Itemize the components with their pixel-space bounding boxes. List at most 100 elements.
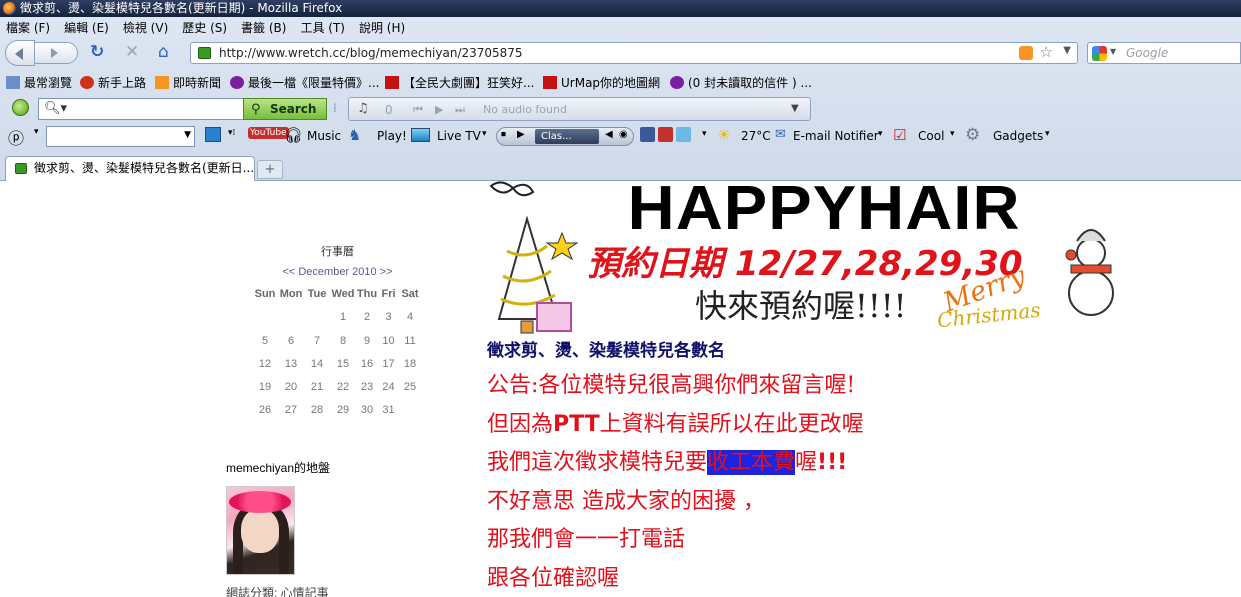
- menu-edit[interactable]: 編輯 (E): [64, 19, 109, 36]
- calendar-day[interactable]: 24: [378, 376, 399, 399]
- search-icon: 🔍︎▾: [44, 101, 68, 116]
- tab-active[interactable]: 徵求剪、燙、染髮模特兒各數名(更新日...: [5, 156, 255, 181]
- bookmark-yahoo-mail[interactable]: (0 封未讀取的信件 ) ...: [670, 74, 812, 91]
- menu-bookmarks[interactable]: 書籤 (B): [241, 19, 286, 36]
- social-icon[interactable]: [676, 127, 691, 142]
- calendar-day[interactable]: 21: [304, 376, 330, 399]
- calendar-day[interactable]: 30: [356, 399, 378, 422]
- google-icon[interactable]: [1092, 46, 1107, 61]
- calendar-day[interactable]: 20: [278, 376, 304, 399]
- web-search-box[interactable]: ▼ Google: [1087, 42, 1241, 64]
- livetv-button[interactable]: Live TV: [437, 129, 481, 143]
- menu-history[interactable]: 歷史 (S): [182, 19, 227, 36]
- new-tab-button[interactable]: +: [257, 160, 283, 179]
- calendar-day[interactable]: 27: [278, 399, 304, 422]
- calendar-day[interactable]: 28: [304, 399, 330, 422]
- calendar-day[interactable]: 4: [399, 306, 421, 329]
- calendar-day[interactable]: 6: [278, 330, 304, 353]
- spiral-dropdown-icon[interactable]: ▾: [34, 127, 39, 137]
- menu-view[interactable]: 檢視 (V): [123, 19, 168, 36]
- rss-feed-icon[interactable]: [1019, 46, 1033, 60]
- calendar-day[interactable]: 13: [278, 353, 304, 376]
- calendar-day[interactable]: 25: [399, 376, 421, 399]
- media-preset[interactable]: Clas...: [535, 129, 599, 144]
- calendar-day[interactable]: 23: [356, 376, 378, 399]
- menu-file[interactable]: 檔案 (F): [6, 19, 50, 36]
- calendar-day[interactable]: 9: [356, 330, 378, 353]
- bookmark-most-visited[interactable]: 最常瀏覽: [6, 74, 72, 91]
- weather-temp[interactable]: 27°C: [741, 129, 771, 143]
- calendar-day[interactable]: 22: [330, 376, 356, 399]
- toolbar-search-button[interactable]: ⚲ Search: [243, 98, 327, 120]
- media-icon[interactable]: [205, 127, 221, 142]
- media-play-icon[interactable]: ▶: [517, 129, 525, 140]
- post-title[interactable]: 徵求剪、燙、染髮模特兒各數名: [487, 336, 725, 361]
- calendar-day[interactable]: 11: [399, 330, 421, 353]
- forward-button[interactable]: [34, 42, 78, 64]
- media-dropdown-icon[interactable]: ▾⁞: [228, 128, 235, 138]
- home-icon[interactable]: ⌂: [158, 42, 169, 62]
- facebook-icon[interactable]: [640, 127, 655, 142]
- music-note-icon: ♫: [357, 101, 369, 116]
- music-button[interactable]: Music: [307, 129, 341, 143]
- email-notifier-button[interactable]: E-mail Notifier: [793, 129, 879, 143]
- calendar-day[interactable]: 8: [330, 330, 356, 353]
- calendar-day[interactable]: 12: [252, 353, 278, 376]
- calendar-day[interactable]: 29: [330, 399, 356, 422]
- calendar-day[interactable]: 10: [378, 330, 399, 353]
- spiral-icon[interactable]: ⓟ: [8, 125, 24, 149]
- calendar-day[interactable]: 7: [304, 330, 330, 353]
- email-dropdown-icon[interactable]: ▾: [878, 129, 883, 139]
- audio-play-icon[interactable]: ▶: [435, 103, 443, 116]
- calendar-weekday: Thu: [356, 288, 378, 300]
- play-button[interactable]: Play!: [377, 129, 407, 143]
- cool-dropdown-icon[interactable]: ▾: [950, 129, 955, 139]
- calendar-day[interactable]: 18: [399, 353, 421, 376]
- engine-dropdown-icon[interactable]: ▼: [1110, 47, 1116, 56]
- audio-player[interactable]: ♫ 0 ⏮ ▶ ⏭ No audio found ▼: [348, 97, 811, 121]
- stop-icon[interactable]: ✕: [125, 42, 139, 62]
- livetv-dropdown-icon[interactable]: ▾: [482, 129, 487, 139]
- calendar-day[interactable]: 17: [378, 353, 399, 376]
- gadgets-dropdown-icon[interactable]: ▾: [1045, 129, 1050, 139]
- calendar-month-nav[interactable]: << December 2010 >>: [250, 261, 425, 283]
- url-bar[interactable]: http://www.wretch.cc/blog/memechiyan/237…: [190, 42, 1078, 64]
- calendar-day[interactable]: 31: [378, 399, 399, 422]
- menu-tools[interactable]: 工具 (T): [300, 19, 345, 36]
- avatar[interactable]: [226, 486, 295, 575]
- bookmark-latest-news[interactable]: 即時新聞: [155, 74, 221, 91]
- url-dropdown-icon[interactable]: ▼: [1063, 45, 1071, 56]
- social-dropdown-icon[interactable]: ▾: [702, 129, 707, 139]
- media-stop-icon[interactable]: ⏹: [501, 129, 506, 140]
- calendar-day[interactable]: 16: [356, 353, 378, 376]
- calendar-day[interactable]: 19: [252, 376, 278, 399]
- toolbar-combo[interactable]: ▼: [46, 126, 195, 147]
- calendar-day[interactable]: 14: [304, 353, 330, 376]
- volume-icon[interactable]: ◀: [605, 129, 613, 140]
- calendar-day[interactable]: 3: [378, 306, 399, 329]
- media-menu-icon[interactable]: ◉: [619, 129, 628, 140]
- calendar-day[interactable]: 1: [330, 306, 356, 329]
- reload-icon[interactable]: ↻: [90, 42, 104, 62]
- cool-button[interactable]: Cool: [918, 129, 944, 143]
- bookmark-yahoo-deal[interactable]: 最後一檔《限量特價》...: [230, 74, 379, 91]
- calendar-day[interactable]: 5: [252, 330, 278, 353]
- bookmark-urmap[interactable]: UrMap你的地圖網: [543, 74, 660, 91]
- back-button[interactable]: [5, 40, 35, 66]
- media-controls[interactable]: ⏹ ▶ Clas... ◀ ◉: [496, 127, 634, 146]
- bookmark-star-icon[interactable]: ☆: [1040, 43, 1053, 61]
- globe-icon[interactable]: [12, 99, 29, 116]
- menu-help[interactable]: 說明 (H): [359, 19, 405, 36]
- calendar-day[interactable]: 26: [252, 399, 278, 422]
- bookmark-yahoo-drama[interactable]: 【全民大劇團】狂笑好...: [385, 74, 534, 91]
- audio-prev-icon[interactable]: ⏮: [413, 103, 423, 117]
- youtube-icon[interactable]: YouTube: [248, 127, 289, 139]
- calendar-day[interactable]: 15: [330, 353, 356, 376]
- youtube-small-icon[interactable]: [658, 127, 673, 142]
- audio-dropdown-icon[interactable]: ▼: [791, 103, 799, 114]
- toolbar-search-input[interactable]: 🔍︎▾: [38, 98, 244, 120]
- audio-next-icon[interactable]: ⏭: [455, 103, 465, 117]
- bookmark-getting-started[interactable]: 新手上路: [80, 74, 146, 91]
- gadgets-button[interactable]: Gadgets: [993, 129, 1043, 143]
- calendar-day[interactable]: 2: [356, 306, 378, 329]
